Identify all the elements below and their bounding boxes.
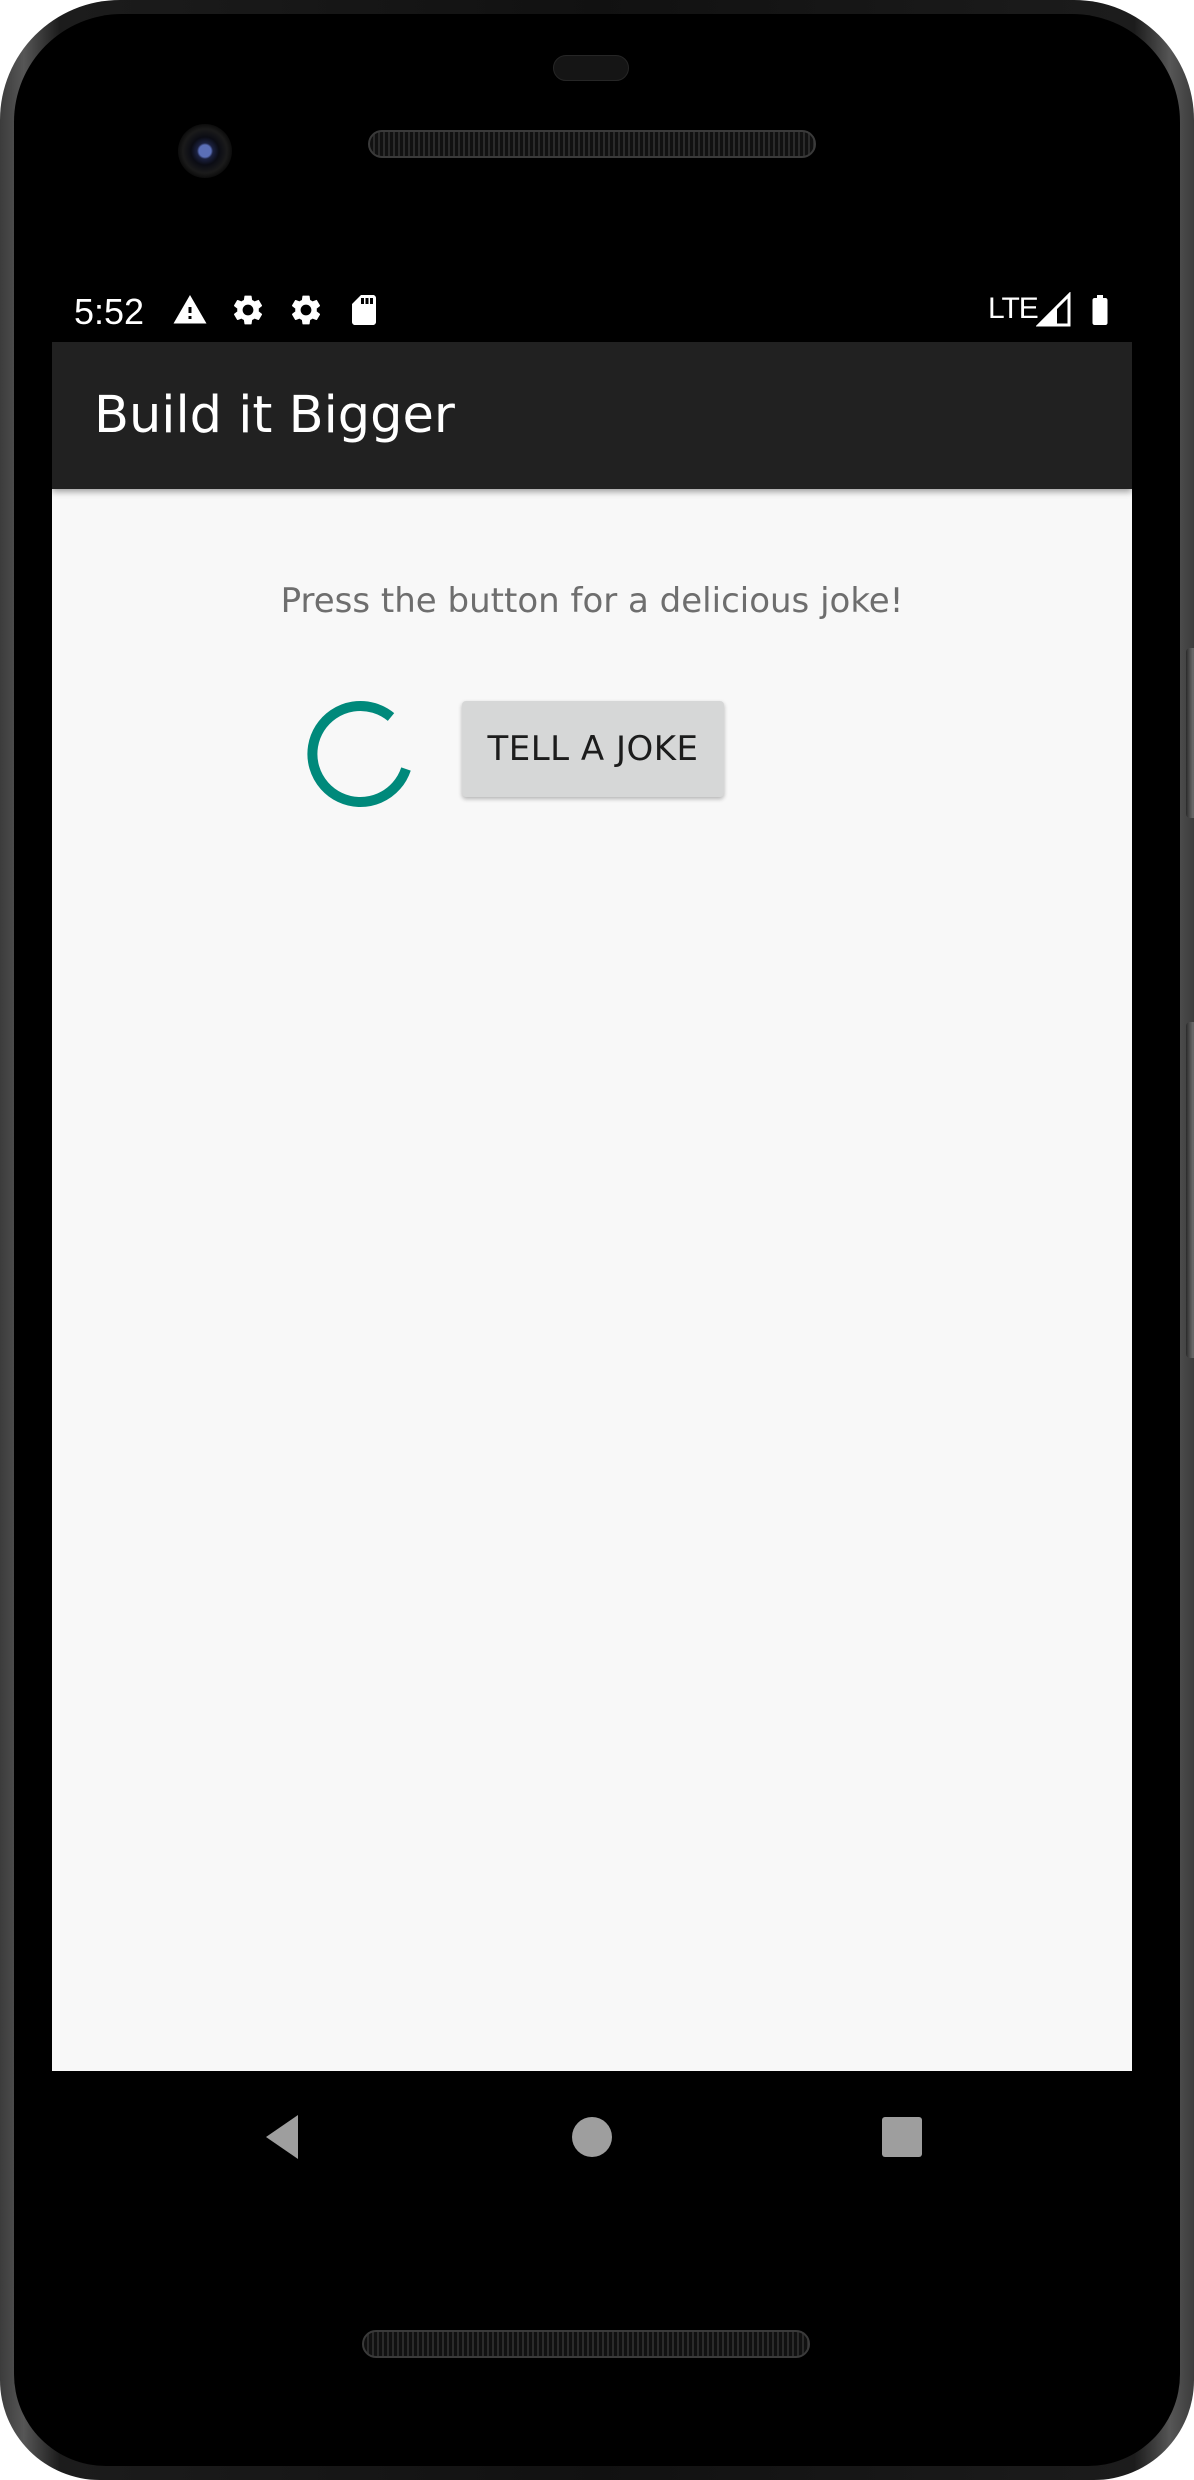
app-toolbar: Build it Bigger (52, 342, 1132, 489)
power-button (1186, 648, 1194, 818)
top-speaker-grille (368, 130, 816, 158)
back-triangle-icon[interactable] (252, 2107, 312, 2167)
instructions-text: Press the button for a delicious joke! (280, 581, 904, 621)
app-title: Build it Bigger (94, 386, 455, 445)
network-type: LTE (988, 292, 1039, 325)
settings-gear-icon (292, 295, 321, 325)
recents-square-icon[interactable] (872, 2107, 932, 2167)
tell-a-joke-button[interactable]: TELL A JOKE (462, 701, 724, 797)
settings-gear-icon (234, 295, 263, 325)
signal-icon (1036, 292, 1071, 327)
sd-card-icon (352, 295, 376, 325)
status-bar: 5:52 LTE (52, 278, 1132, 342)
volume-button (1186, 1022, 1194, 1358)
bottom-speaker-grille (362, 2330, 810, 2358)
front-camera (178, 124, 232, 178)
proximity-sensor (553, 55, 629, 81)
navigation-bar (52, 2071, 1132, 2201)
status-time: 5:52 (74, 291, 145, 332)
main-content: Press the button for a delicious joke! T… (52, 489, 1132, 2071)
battery-icon (1092, 295, 1108, 325)
home-circle-icon[interactable] (562, 2107, 622, 2167)
warning-icon (173, 295, 207, 324)
loading-spinner-icon (307, 701, 411, 807)
